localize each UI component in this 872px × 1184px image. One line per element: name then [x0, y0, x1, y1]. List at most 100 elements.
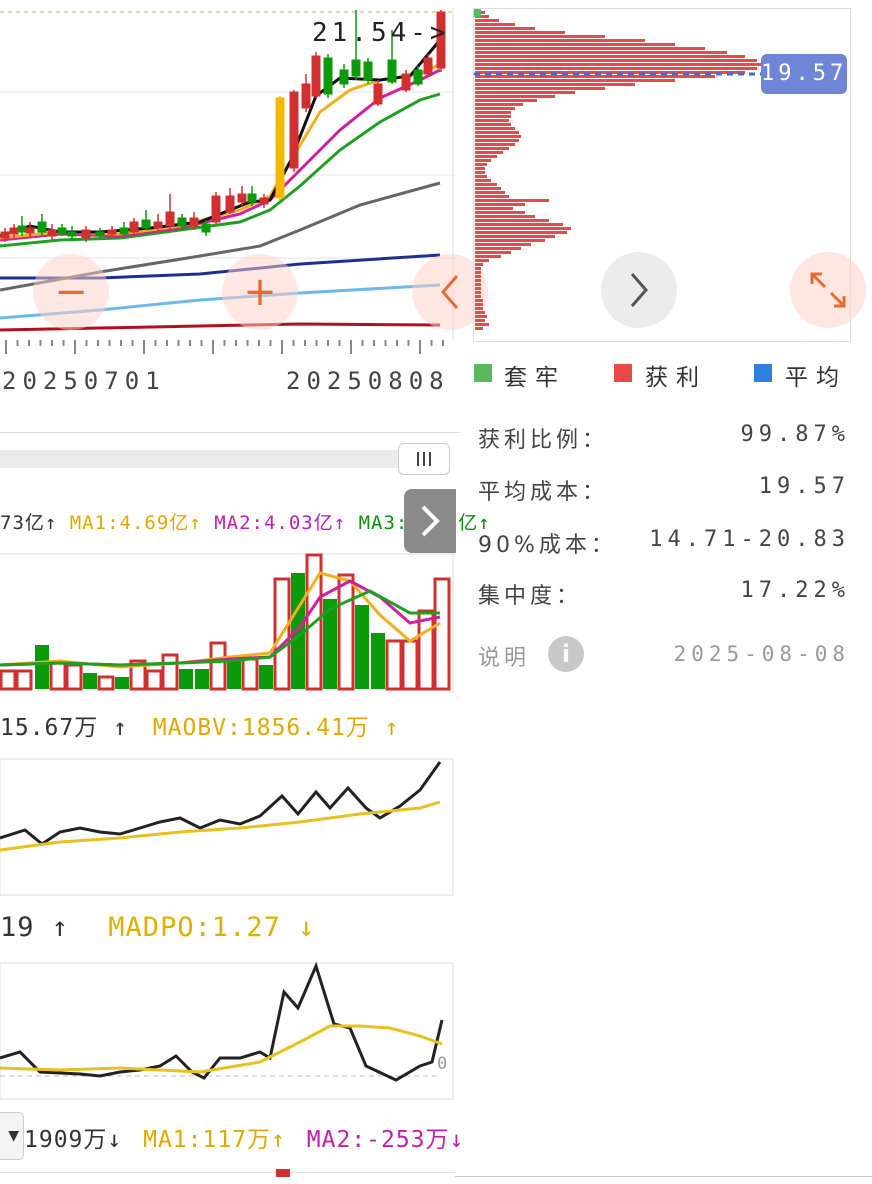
fullscreen-button[interactable] — [790, 252, 866, 328]
chip-bar — [475, 19, 499, 22]
chip-bar — [475, 255, 501, 258]
collapse-button[interactable]: ▼ — [0, 1112, 24, 1160]
stat-value: 17.22% — [740, 578, 850, 603]
chip-bar — [475, 127, 515, 130]
chip-bar — [475, 299, 483, 302]
chip-next-button[interactable] — [601, 252, 677, 328]
chip-bar — [475, 35, 605, 38]
volume-bar-down — [259, 665, 273, 689]
volume-chart[interactable] — [0, 553, 455, 693]
chip-bar — [475, 163, 487, 166]
dpo-zero-label: 0 — [437, 1054, 448, 1074]
ma-line-green — [0, 92, 441, 248]
chip-bar — [475, 295, 481, 298]
dpo-line — [0, 962, 444, 1082]
candlestick — [165, 194, 175, 230]
volume-bar-up — [337, 573, 355, 691]
candlestick — [301, 74, 311, 112]
chip-bar — [475, 175, 487, 178]
expand-indicator-button[interactable] — [404, 489, 456, 553]
chip-bar — [475, 67, 757, 70]
chip-bar — [475, 123, 511, 126]
volume-bar-down — [195, 669, 209, 689]
chip-bar — [475, 79, 675, 82]
chip-bar — [475, 23, 515, 26]
divider — [0, 432, 460, 433]
indicator-menu-button[interactable] — [398, 443, 450, 475]
chip-bar — [475, 107, 515, 110]
chip-bar — [475, 307, 483, 310]
volume-ma1: MA1:4.69亿↑ — [69, 512, 202, 534]
stat-90-cost: 90%成本： 14.71-20.83 — [478, 527, 850, 561]
chip-bar — [475, 279, 481, 282]
volume-bar-up — [417, 609, 435, 691]
candlestick — [225, 188, 235, 214]
chip-bar — [475, 115, 511, 118]
chip-bar — [475, 211, 525, 214]
chip-bar — [475, 91, 575, 94]
chip-bar — [475, 63, 761, 66]
chip-bar — [475, 191, 505, 194]
volume-bar-down — [35, 645, 49, 689]
date-label-end: 20250808 — [286, 367, 450, 395]
chip-bar — [475, 155, 497, 158]
candlestick — [373, 80, 383, 106]
chip-bar — [475, 39, 645, 42]
date-label-start: 20250701 — [2, 367, 166, 395]
chip-bar — [475, 223, 563, 226]
stat-value: 99.87% — [740, 422, 850, 447]
chip-bar — [475, 263, 483, 266]
chart-scrollbar[interactable] — [0, 450, 398, 468]
avg-cost-label: 19.57 — [761, 54, 847, 94]
chip-date: 2025-08-08 — [673, 642, 850, 666]
candlestick — [339, 64, 349, 88]
chip-bar — [475, 315, 487, 318]
chip-bar — [475, 87, 605, 90]
chip-bar — [475, 131, 519, 134]
volume-ma2: MA2:4.03亿↑ — [214, 512, 347, 534]
volume-bar-down — [83, 673, 97, 689]
zoom-out-button[interactable]: − — [33, 254, 109, 330]
volume-bar-up — [15, 669, 33, 691]
chip-bar — [475, 327, 483, 330]
note-label: 说明 — [478, 646, 531, 671]
chip-bar — [475, 195, 509, 198]
candlestick — [289, 90, 299, 172]
obv-chart[interactable] — [0, 758, 455, 898]
stat-profit-ratio: 获利比例： 99.87% — [478, 422, 850, 456]
chip-bar — [475, 59, 757, 62]
candlestick — [95, 228, 105, 238]
volume-bar-down — [115, 677, 129, 689]
chevron-left-icon — [441, 275, 459, 309]
note-row[interactable]: 说明 i 2025-08-08 — [478, 636, 850, 676]
chip-bar — [475, 103, 523, 106]
obv-value: 15.67万 ↑ — [0, 715, 128, 741]
chip-bar — [475, 243, 531, 246]
chip-bar — [475, 143, 515, 146]
candlestick — [107, 226, 117, 236]
triangle-down-icon: ▼ — [8, 1128, 19, 1144]
chip-bar — [475, 203, 525, 206]
volume-value: 73亿↑ — [0, 512, 58, 534]
dpo-chart[interactable] — [0, 962, 455, 1102]
volume-bar-up — [401, 639, 419, 691]
bars-icon — [417, 452, 431, 466]
volume-bar-up — [241, 657, 259, 691]
chip-bar — [475, 199, 549, 202]
chevron-right-icon — [421, 505, 440, 537]
bottom-legend: 1909万↓ MA1:117万↑ MA2:-253万↓ — [24, 1120, 464, 1154]
legend-label-trapped: 套牢 — [504, 365, 566, 391]
chip-bar — [475, 231, 567, 234]
dpo-ma-line — [0, 1024, 443, 1074]
chip-bar — [475, 119, 509, 122]
candlestick — [401, 70, 411, 92]
zoom-in-button[interactable]: + — [222, 254, 298, 330]
current-marker — [276, 1169, 290, 1177]
chip-bar — [475, 227, 571, 230]
stat-concentration: 集中度： 17.22% — [478, 578, 850, 612]
info-icon[interactable]: i — [548, 636, 584, 672]
candlestick — [57, 224, 67, 236]
chip-bar — [475, 215, 535, 218]
stat-label: 90%成本： — [478, 533, 617, 558]
chip-bar — [475, 83, 635, 86]
